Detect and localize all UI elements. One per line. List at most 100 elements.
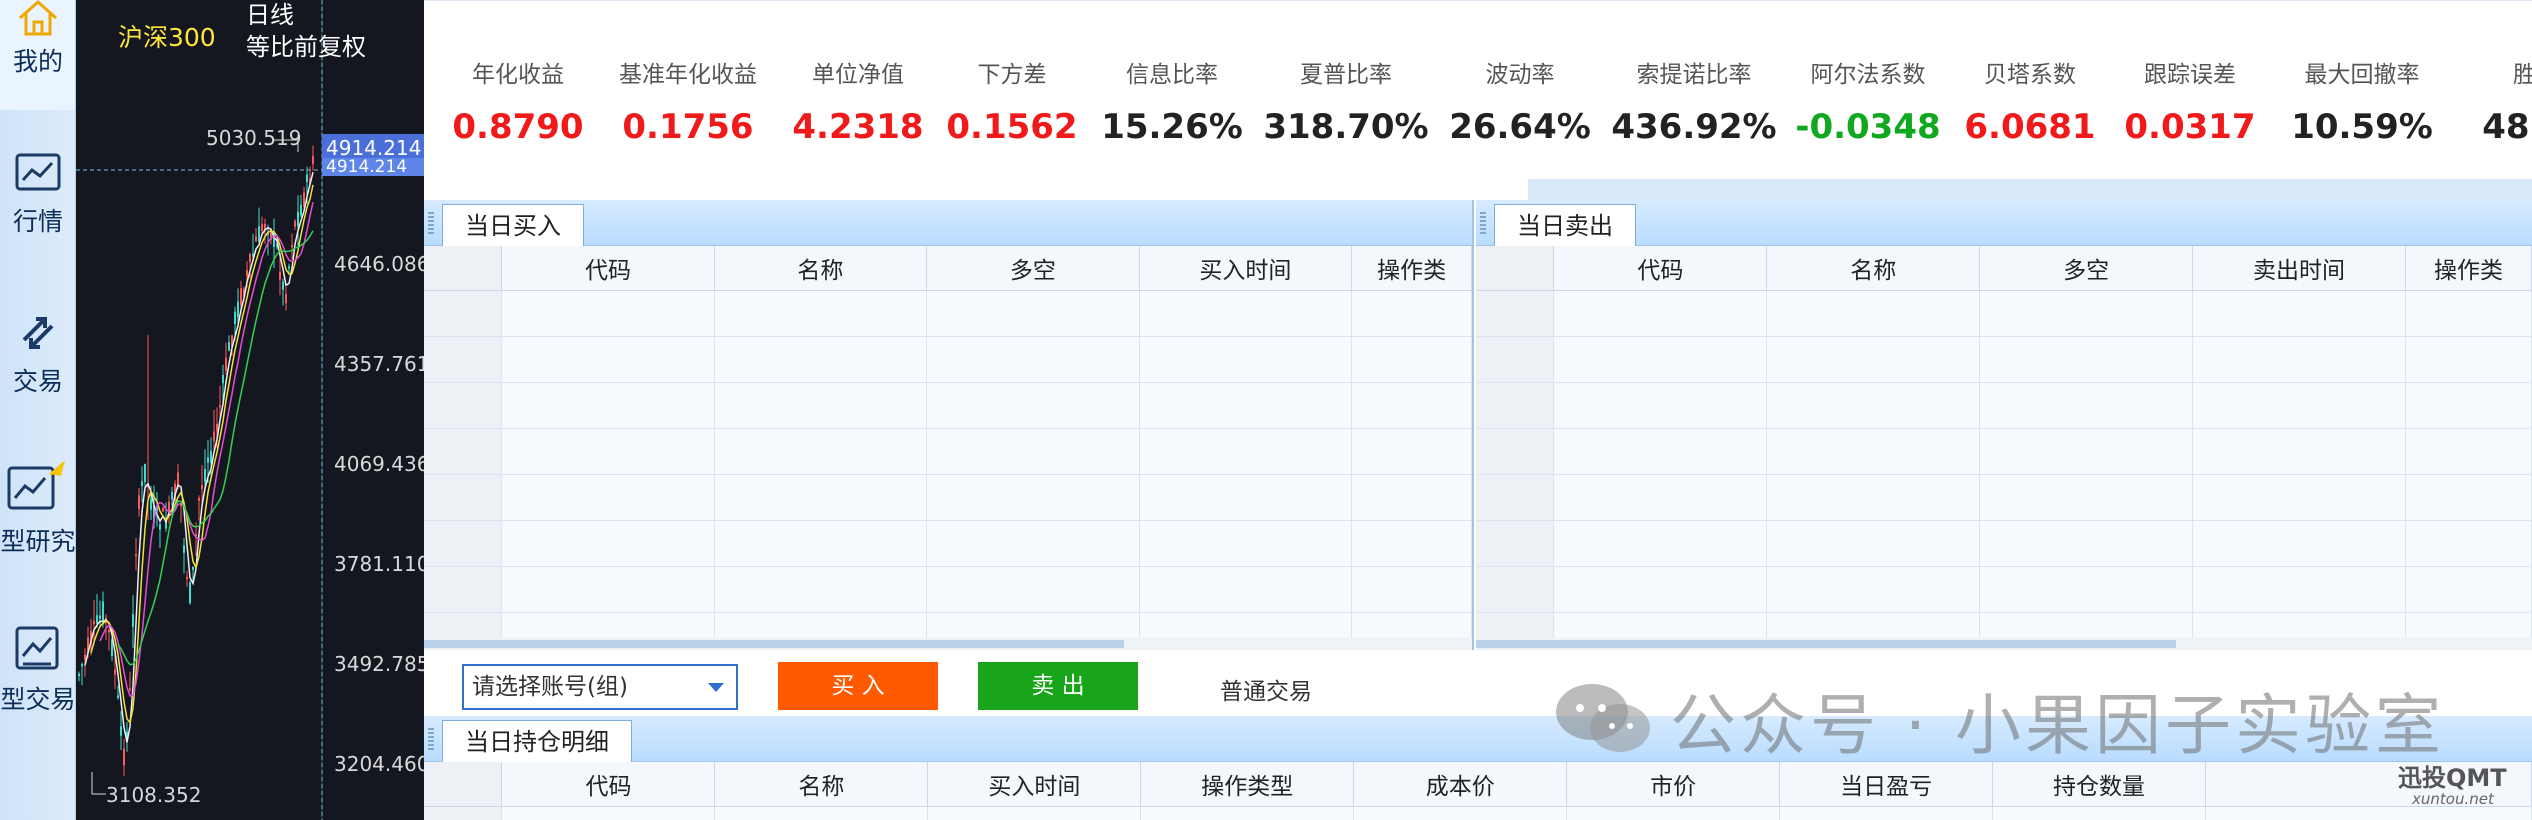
sidebar-item-trade[interactable]: 交易 (0, 310, 75, 398)
buy-button[interactable]: 买 入 (778, 662, 938, 710)
table-cell (1979, 336, 2194, 383)
candle-body (285, 294, 287, 304)
column-header[interactable]: 操作类 (2405, 246, 2532, 291)
column-header[interactable]: 买入时间 (927, 762, 1142, 807)
table-cell (1553, 290, 1768, 337)
metric: 下方差 0.1562 (922, 55, 1102, 147)
candle-body (255, 236, 257, 242)
table-cell (501, 474, 715, 521)
sidebar-item-label: 行情 (12, 207, 63, 236)
column-header[interactable]: 操作类型 (1140, 762, 1355, 807)
table-cell (926, 520, 1140, 567)
metric: 索提诺比率 436.92% (1604, 55, 1784, 147)
metric: 阿尔法系数 -0.0348 (1778, 55, 1958, 147)
metric-value: 0.0317 (2124, 107, 2256, 147)
table-row[interactable] (424, 382, 1472, 429)
table-cell (2192, 520, 2406, 567)
column-header[interactable]: 成本价 (1353, 762, 1568, 807)
metrics-horizontal-scrollbar[interactable] (1528, 179, 2532, 201)
sell-button[interactable]: 卖 出 (978, 662, 1138, 710)
drag-grip-icon[interactable] (428, 212, 434, 234)
table-cell (1139, 566, 1353, 613)
table-cell (1779, 806, 1994, 820)
sidebar-item-mine[interactable]: 我的 (0, 0, 75, 110)
candle-body (204, 468, 206, 483)
table-row[interactable] (424, 428, 1472, 475)
table-row[interactable] (1476, 336, 2532, 383)
kline-chart[interactable] (76, 0, 424, 820)
chart-low-mark: 3108.352 (106, 783, 202, 807)
column-header[interactable]: 操作类 (1351, 246, 1472, 291)
table-row[interactable] (424, 474, 1472, 521)
metric-value: 436.92% (1611, 107, 1777, 147)
table-row[interactable] (424, 806, 2532, 820)
table-row[interactable] (1476, 428, 2532, 475)
column-header[interactable]: 多空 (926, 246, 1140, 291)
column-header[interactable]: 代码 (501, 246, 715, 291)
table-row[interactable] (1476, 382, 2532, 429)
kline-chart-panel[interactable]: 沪深300 日线 等比前复权 5030.519 3108.352 4914.21… (76, 0, 424, 820)
table-row[interactable] (424, 336, 1472, 383)
candle-body (297, 211, 299, 226)
table-row[interactable] (1476, 520, 2532, 567)
model-research-icon (7, 460, 65, 510)
table-cell (1979, 474, 2194, 521)
metric-name: 单位净值 (812, 62, 904, 88)
chart-adjust-mode[interactable]: 等比前复权 (246, 32, 366, 62)
table-cell (1351, 290, 1472, 337)
table-row[interactable] (424, 290, 1472, 337)
column-header[interactable]: 名称 (714, 246, 928, 291)
table-cell (1553, 428, 1768, 475)
table-row[interactable] (1476, 474, 2532, 521)
candle-body (183, 545, 185, 553)
table-cell (2192, 382, 2406, 429)
column-header[interactable]: 卖出时间 (2192, 246, 2406, 291)
table-cell (714, 382, 928, 429)
metric-name: 下方差 (977, 62, 1047, 88)
table-cell (714, 290, 928, 337)
metric: 夏普比率 318.70% (1256, 55, 1436, 147)
table-cell (2405, 428, 2532, 475)
table-row[interactable] (1476, 566, 2532, 613)
table-row[interactable] (424, 520, 1472, 567)
column-header[interactable]: 代码 (1553, 246, 1768, 291)
candle-body (225, 357, 227, 371)
account-select-placeholder: 请选择账号(组) (472, 674, 628, 700)
sidebar-item-model-trade[interactable]: 型交易 (0, 624, 75, 716)
column-header[interactable]: 多空 (1979, 246, 2194, 291)
trade-mode-label[interactable]: 普通交易 (1220, 672, 1312, 706)
column-header[interactable]: 名称 (1766, 246, 1981, 291)
table-cell (1766, 428, 1981, 475)
column-header[interactable]: 市价 (1566, 762, 1781, 807)
account-select[interactable]: 请选择账号(组) (462, 664, 738, 710)
drag-grip-icon[interactable] (428, 728, 434, 750)
column-header[interactable]: 名称 (714, 762, 929, 807)
y-axis-tick: 3204.460 (334, 752, 424, 776)
row-index-cell (1476, 290, 1555, 337)
tab-today-buy[interactable]: 当日买入 (442, 204, 584, 246)
buy-horizontal-scrollbar[interactable] (424, 638, 1472, 650)
table-cell (2192, 336, 2406, 383)
sidebar-item-market[interactable]: 行情 (0, 152, 75, 238)
candle-body (108, 630, 110, 633)
table-cell (1351, 520, 1472, 567)
sell-horizontal-scrollbar[interactable] (1476, 638, 2532, 650)
column-header[interactable]: 当日盈亏 (1779, 762, 1994, 807)
chart-period[interactable]: 日线 (246, 0, 294, 30)
table-row[interactable] (424, 566, 1472, 613)
metric-name: 胜率 (2513, 62, 2532, 88)
table-row[interactable] (1476, 290, 2532, 337)
column-header[interactable]: 代码 (501, 762, 716, 807)
table-cell (1979, 520, 2194, 567)
drag-grip-icon[interactable] (1480, 212, 1486, 234)
column-header[interactable]: 买入时间 (1139, 246, 1353, 291)
sidebar-item-model-research[interactable]: 型研究 (0, 456, 75, 558)
candle-body (261, 224, 263, 231)
watermark-url: xuntou.net (2412, 790, 2494, 808)
table-cell (1139, 520, 1353, 567)
tab-today-sell[interactable]: 当日卖出 (1494, 204, 1636, 246)
metric-name: 年化收益 (472, 62, 564, 88)
candle-body (159, 524, 161, 530)
column-header[interactable]: 持仓数量 (1992, 762, 2207, 807)
tab-today-positions[interactable]: 当日持仓明细 (442, 720, 632, 762)
